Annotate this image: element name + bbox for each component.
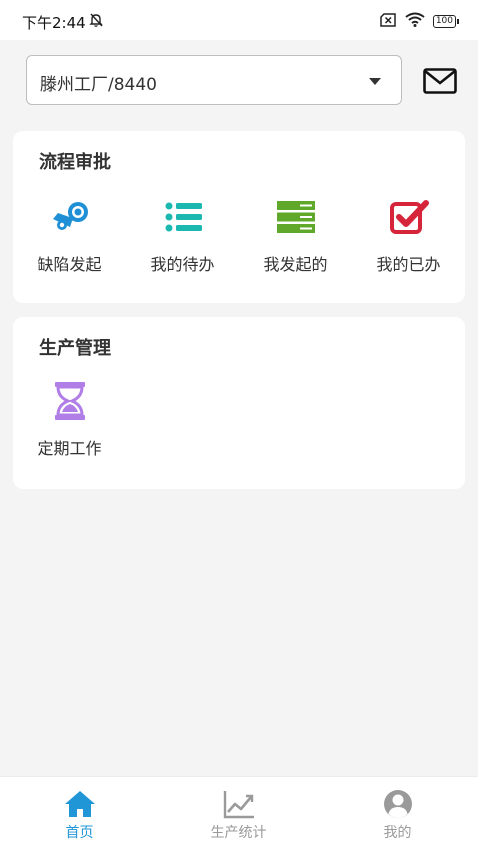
check-square-icon: [390, 200, 429, 234]
grid-item-label: 我的待办: [150, 255, 215, 274]
factory-select-value: 滕州工厂/8440: [40, 75, 157, 95]
production-section: 生产管理 定期工作: [13, 317, 465, 489]
tab-mine[interactable]: 我的: [318, 777, 477, 850]
periodic-work-item[interactable]: 定期工作: [13, 381, 126, 481]
chevron-down-icon: [369, 78, 381, 85]
tab-bar: 首页 生产统计 我的: [0, 776, 478, 850]
list-icon: [165, 202, 202, 232]
mail-button[interactable]: [423, 68, 457, 94]
server-icon: [277, 201, 315, 233]
user-icon: [384, 790, 412, 818]
tab-label: 我的: [383, 825, 412, 841]
grid-item-label: 我的已办: [376, 255, 441, 274]
my-done-item[interactable]: 我的已办: [352, 197, 465, 297]
my-initiated-item[interactable]: 我发起的: [239, 197, 352, 297]
battery-indicator: 100: [432, 15, 460, 28]
status-bar: 下午2:44 100: [0, 0, 478, 40]
section-title: 流程审批: [39, 152, 111, 173]
grid-item-label: 缺陷发起: [37, 255, 102, 274]
my-todo-item[interactable]: 我的待办: [126, 197, 239, 297]
tab-label: 生产统计: [210, 825, 267, 841]
defect-initiate-item[interactable]: 缺陷发起: [13, 197, 126, 297]
sim-off-icon: [379, 12, 397, 31]
factory-select[interactable]: 滕州工厂/8440: [26, 55, 402, 105]
tab-home[interactable]: 首页: [0, 777, 159, 850]
steam-icon: [53, 202, 88, 230]
header: 滕州工厂/8440: [0, 40, 478, 120]
bell-off-icon: [88, 12, 104, 32]
mail-icon: [423, 68, 457, 94]
home-icon: [65, 791, 95, 817]
hourglass-icon: [55, 382, 85, 420]
tab-label: 首页: [65, 825, 94, 841]
section-title: 生产管理: [39, 338, 111, 359]
tab-statistics[interactable]: 生产统计: [159, 777, 318, 850]
approval-section: 流程审批 缺陷发起 我的待办 我发起的 我的已办: [13, 131, 465, 303]
status-icons: 100: [379, 12, 460, 31]
grid-item-label: 我发起的: [263, 255, 328, 274]
grid-item-label: 定期工作: [37, 439, 102, 458]
wifi-icon: [405, 12, 425, 31]
chart-icon: [223, 791, 254, 819]
status-time: 下午2:44: [22, 14, 86, 32]
